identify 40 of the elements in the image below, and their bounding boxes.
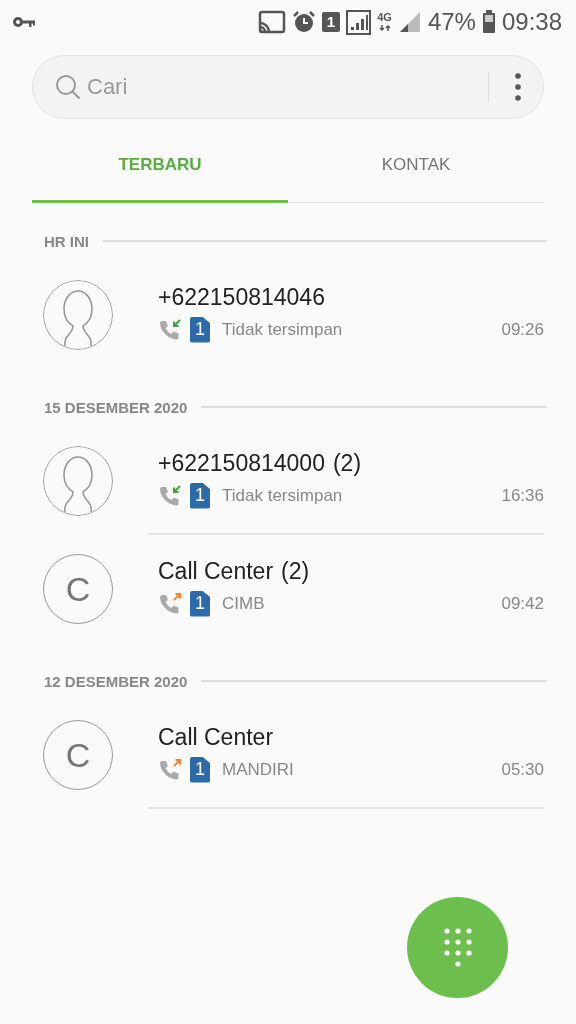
caller-name: Call Center: [158, 723, 274, 751]
call-time: 05:30: [501, 759, 544, 780]
tab[interactable]: KONTAK: [288, 130, 544, 203]
person-avatar: [43, 280, 113, 350]
clock-time: 09:38: [501, 8, 562, 36]
date-header: HR INI: [44, 232, 89, 250]
sim-badge: 1: [190, 590, 210, 617]
person-avatar: [43, 446, 113, 516]
sim-badge: 1: [190, 316, 210, 343]
date-header: 12 DESEMBER 2020: [44, 672, 188, 690]
caller-name: Call Center: [158, 557, 274, 585]
battery-percent: 47%: [427, 8, 476, 36]
call-detail: CIMB: [222, 593, 266, 614]
call-count: (2): [281, 557, 310, 585]
sim-badge: 1: [190, 482, 210, 509]
key-icon: [12, 16, 36, 28]
more-options-icon[interactable]: [515, 73, 521, 101]
date-header: 15 DESEMBER 2020: [44, 398, 188, 416]
call-count: (2): [332, 449, 362, 477]
dialpad-icon: [443, 928, 472, 967]
sim-badge: 1: [190, 756, 210, 783]
caller-name: +622150814046: [158, 283, 325, 311]
search-bar[interactable]: Cari: [32, 55, 544, 119]
cast-icon: [257, 10, 286, 34]
call-time: 09:42: [501, 593, 544, 614]
call-detail: MANDIRI: [222, 759, 295, 780]
alarm-icon: [291, 10, 316, 34]
tab[interactable]: TERBARU: [32, 130, 288, 203]
call-time: 16:36: [501, 485, 544, 506]
data-arrows-icon: [378, 23, 391, 32]
call-detail: Tidak tersimpan: [222, 485, 344, 506]
caller-name: +622150814000: [158, 449, 325, 477]
search-field[interactable]: Cari: [87, 74, 488, 100]
sim-indicator: 1: [321, 12, 341, 32]
signal-icon: [346, 9, 372, 35]
call-time: 09:26: [501, 319, 544, 340]
call-detail: Tidak tersimpan: [222, 319, 344, 340]
battery-icon: [481, 10, 496, 34]
network-label: 4G: [377, 12, 392, 23]
search-icon: [55, 74, 81, 100]
